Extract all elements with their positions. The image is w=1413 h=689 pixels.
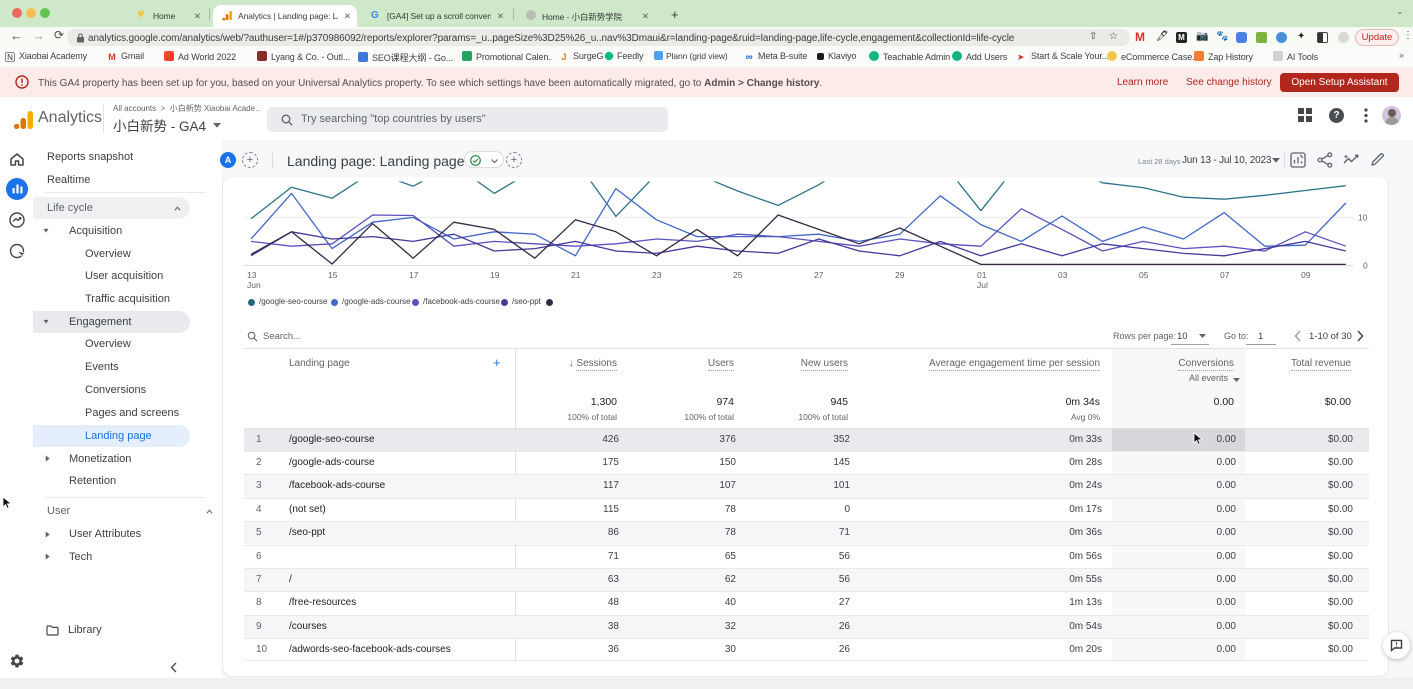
svg-text:21: 21	[571, 270, 581, 280]
svg-text:19: 19	[490, 270, 500, 280]
svg-text:25: 25	[733, 270, 743, 280]
svg-text:23: 23	[652, 270, 662, 280]
svg-text:27: 27	[814, 270, 824, 280]
svg-text:07: 07	[1220, 270, 1230, 280]
svg-text:Jul: Jul	[977, 280, 988, 290]
svg-text:0: 0	[1363, 261, 1368, 271]
svg-text:17: 17	[409, 270, 419, 280]
svg-text:09: 09	[1301, 270, 1311, 280]
svg-text:Jun: Jun	[247, 280, 261, 290]
svg-text:01: 01	[977, 270, 987, 280]
svg-text:15: 15	[328, 270, 338, 280]
svg-text:05: 05	[1139, 270, 1149, 280]
svg-text:03: 03	[1058, 270, 1068, 280]
svg-text:13: 13	[247, 270, 257, 280]
svg-text:10: 10	[1358, 213, 1368, 223]
svg-text:29: 29	[895, 270, 905, 280]
